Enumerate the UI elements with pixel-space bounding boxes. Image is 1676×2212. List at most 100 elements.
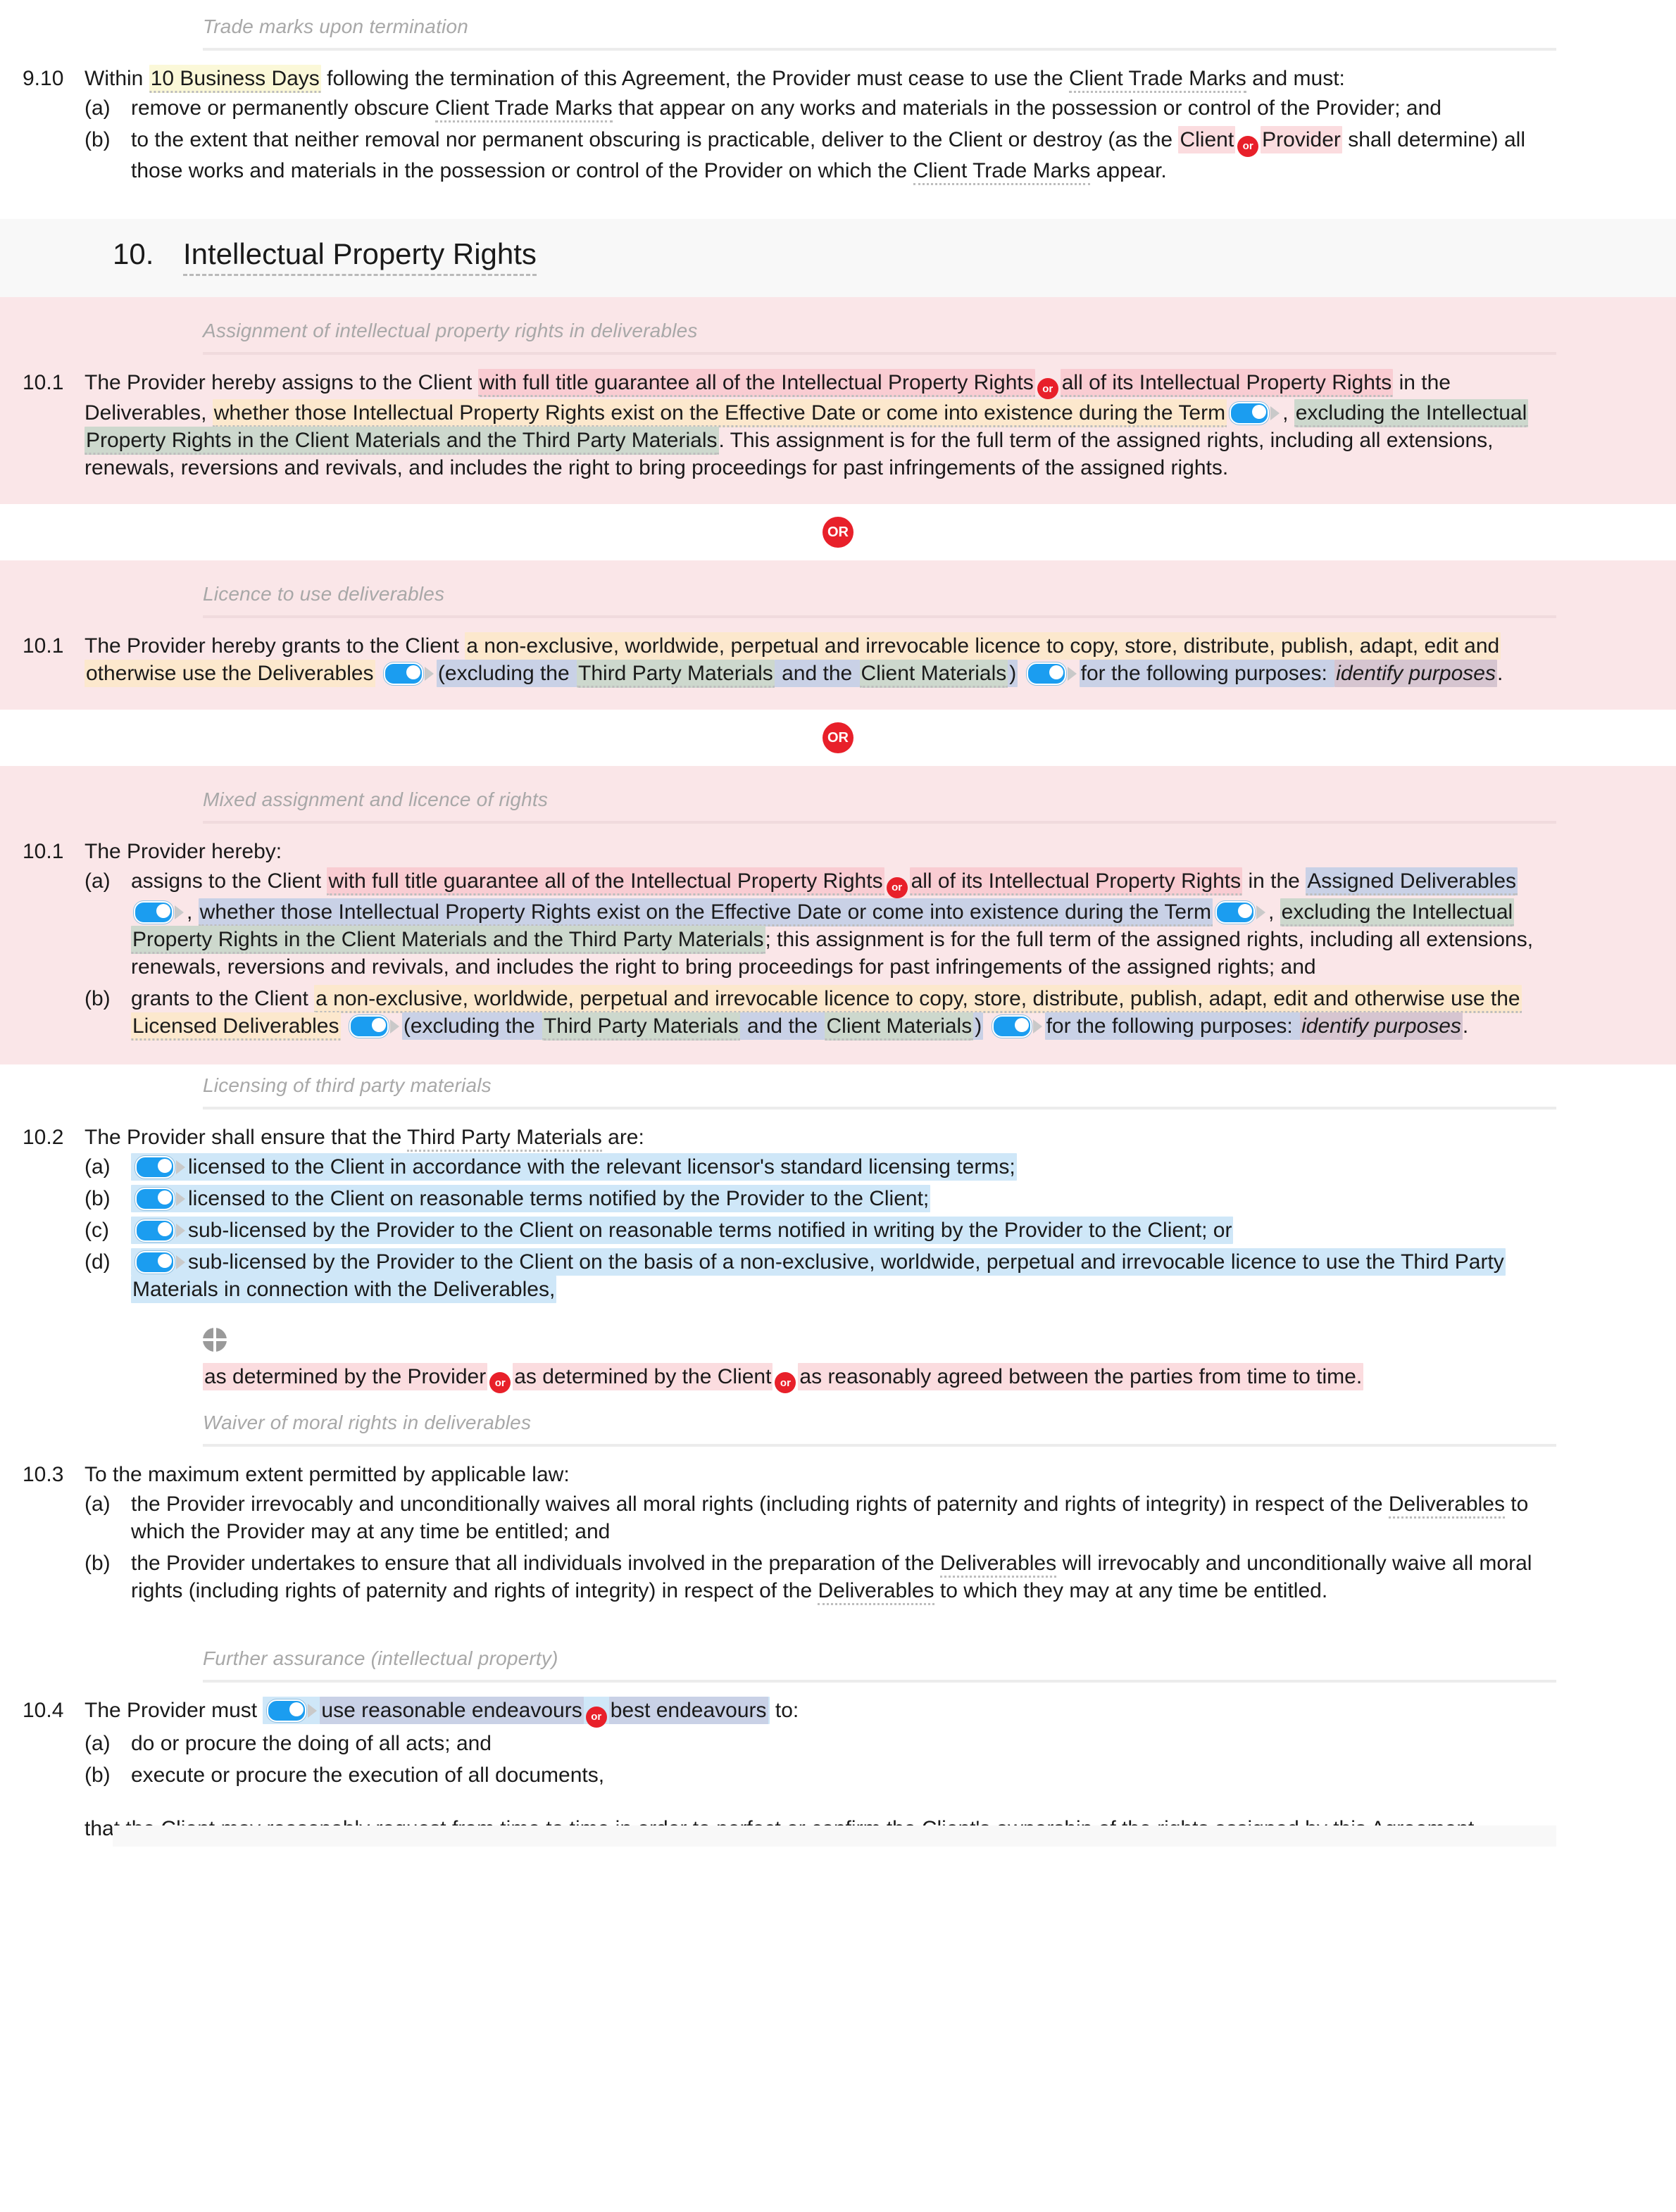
or-divider-2[interactable]: OR xyxy=(0,710,1676,766)
option-existence-clause[interactable]: whether those Intellectual Property Righ… xyxy=(198,898,1213,926)
text-run: assigns to the Client xyxy=(131,869,327,893)
option-text[interactable]: licensed to the Client on reasonable ter… xyxy=(188,1187,929,1210)
toggle-track[interactable] xyxy=(135,1155,175,1179)
clause-body: The Provider hereby grants to the Client… xyxy=(85,632,1676,688)
toggle-knob xyxy=(1237,903,1252,918)
toggle-switch-excluding[interactable] xyxy=(383,662,434,685)
option-purposes-wrap[interactable]: for the following purposes: xyxy=(1079,660,1335,687)
subheading-licence: Licence to use deliverables xyxy=(0,573,1676,618)
option-reasonable-endeavours[interactable]: use reasonable endeavours xyxy=(320,1697,584,1724)
defined-term-deliverables: Deliverables xyxy=(818,1579,934,1605)
subheading-label: Licence to use deliverables xyxy=(203,583,445,605)
or-badge-icon[interactable]: or xyxy=(585,1706,607,1728)
defined-term-third-party-materials[interactable]: Third Party Materials xyxy=(542,1012,740,1041)
option-text[interactable]: sub-licensed by the Provider to the Clie… xyxy=(132,1250,1504,1301)
option-existence-clause[interactable]: whether those Intellectual Property Righ… xyxy=(212,399,1227,427)
list-item-text: the Provider undertakes to ensure that a… xyxy=(131,1550,1556,1605)
toggle-track[interactable] xyxy=(1230,402,1270,425)
toggle-track[interactable] xyxy=(134,900,173,924)
move-handle-icon[interactable] xyxy=(203,1327,227,1352)
option-determined-by-client[interactable]: as determined by the Client xyxy=(513,1362,773,1390)
toggle-switch-existence[interactable] xyxy=(1230,402,1280,425)
toggle-track[interactable] xyxy=(383,662,423,685)
toggle-track[interactable] xyxy=(1026,662,1066,685)
or-badge-icon[interactable]: or xyxy=(1237,135,1259,157)
list-item-label: (b) xyxy=(85,1763,111,1787)
variable-identify-purposes[interactable]: identify purposes xyxy=(1334,660,1497,687)
or-badge-icon[interactable]: or xyxy=(886,876,908,898)
list-item-text: licensed to the Client on reasonable ter… xyxy=(131,1184,1556,1212)
or-divider-1[interactable]: OR xyxy=(0,504,1676,560)
toggle-switch-endeavours[interactable] xyxy=(267,1699,318,1722)
toggle-track[interactable] xyxy=(267,1699,307,1722)
option-reasonably-agreed[interactable]: as reasonably agreed between the parties… xyxy=(798,1362,1364,1390)
subheading-label: Assignment of intellectual property righ… xyxy=(203,319,698,341)
option-all-of-its-ipr[interactable]: all of its Intellectual Property Rights xyxy=(909,867,1243,896)
toggle-switch-assigned-deliverables[interactable] xyxy=(134,900,184,924)
defined-term-client-materials[interactable]: Client Materials xyxy=(859,660,1008,688)
toggle-track[interactable] xyxy=(349,1014,389,1038)
option-row[interactable]: sub-licensed by the Provider to the Clie… xyxy=(131,1248,1506,1303)
option-excluding-wrap[interactable]: (excluding the xyxy=(436,660,577,687)
toggle-knob xyxy=(158,1253,172,1268)
clause-10-4-sublist: (a) do or procure the doing of all acts;… xyxy=(85,1728,1556,1791)
option-row[interactable]: licensed to the Client on reasonable ter… xyxy=(131,1184,931,1212)
subheading-assignment: Assignment of intellectual property righ… xyxy=(0,310,1676,355)
or-badge-icon[interactable]: or xyxy=(1037,378,1058,399)
text-run[interactable]: ) xyxy=(973,1012,984,1040)
option-text[interactable]: sub-licensed by the Provider to the Clie… xyxy=(188,1219,1232,1242)
endeavours-option-group[interactable]: use reasonable endeavours or best endeavou… xyxy=(263,1697,770,1728)
toggle-switch-purposes[interactable] xyxy=(992,1014,1042,1038)
option-best-endeavours[interactable]: best endeavours xyxy=(608,1697,768,1724)
toggle-track[interactable] xyxy=(135,1219,175,1242)
or-badge-icon[interactable]: OR xyxy=(823,722,853,753)
toggle-switch-excluding[interactable] xyxy=(349,1014,399,1038)
toggle-track[interactable] xyxy=(992,1014,1032,1038)
option-determined-by-provider[interactable]: as determined by the Provider xyxy=(203,1362,488,1390)
toggle-switch-option-d[interactable] xyxy=(135,1250,185,1274)
toggle-switch-option-c[interactable] xyxy=(135,1219,185,1242)
list-item-label: (b) xyxy=(85,986,111,1010)
or-badge-icon[interactable]: OR xyxy=(823,517,853,548)
or-badge-icon[interactable]: or xyxy=(775,1372,796,1393)
variable-business-days[interactable]: 10 Business Days xyxy=(149,65,321,93)
optional-block-licence[interactable]: Licence to use deliverables 10.1 The Pro… xyxy=(0,560,1676,710)
clause-number: 10.1 xyxy=(23,840,64,863)
list-item: (d) sub-licensed by the Provider to the … xyxy=(85,1246,1556,1305)
variable-identify-purposes[interactable]: identify purposes xyxy=(1300,1012,1463,1040)
text-run[interactable]: ) xyxy=(1008,660,1018,687)
option-provider[interactable]: Provider xyxy=(1261,126,1342,153)
toggle-switch-purposes[interactable] xyxy=(1026,662,1077,685)
toggle-track[interactable] xyxy=(135,1187,175,1210)
option-all-of-its-ipr[interactable]: all of its Intellectual Property Rights xyxy=(1060,368,1394,397)
option-purposes-wrap[interactable]: for the following purposes: xyxy=(1044,1012,1301,1040)
option-excluding-wrap[interactable]: (excluding the xyxy=(401,1012,542,1040)
defined-term-third-party-materials[interactable]: Third Party Materials xyxy=(577,660,775,688)
toggle-switch-option-b[interactable] xyxy=(135,1187,185,1210)
option-full-title-guarantee[interactable]: with full title guarantee all of the Int… xyxy=(477,368,1035,397)
list-item-text: licensed to the Client in accordance wit… xyxy=(131,1152,1556,1181)
subheading-rule xyxy=(203,1106,1556,1110)
text-run[interactable]: and the xyxy=(739,1012,825,1040)
option-client[interactable]: Client xyxy=(1178,126,1236,153)
toggle-switch-option-a[interactable] xyxy=(135,1155,185,1179)
text-run: remove or permanently obscure xyxy=(131,96,435,120)
defined-term-client-materials[interactable]: Client Materials xyxy=(825,1012,974,1041)
text-run: to: xyxy=(769,1699,799,1722)
subheading-rule xyxy=(203,48,1556,51)
subheading-label: Waiver of moral rights in deliverables xyxy=(203,1412,532,1433)
section-number: 10. xyxy=(113,237,154,270)
or-badge-icon[interactable]: or xyxy=(489,1372,511,1393)
option-row[interactable]: sub-licensed by the Provider to the Clie… xyxy=(131,1216,1234,1244)
option-row[interactable]: licensed to the Client in accordance wit… xyxy=(131,1152,1017,1181)
option-text[interactable]: licensed to the Client in accordance wit… xyxy=(188,1155,1015,1179)
text-run: The Provider hereby assigns to the Clien… xyxy=(85,370,478,394)
toggle-track[interactable] xyxy=(135,1250,175,1274)
toggle-track[interactable] xyxy=(1215,900,1255,924)
text-run[interactable]: and the xyxy=(774,660,860,687)
option-full-title-guarantee[interactable]: with full title guarantee all of the Int… xyxy=(327,867,884,896)
optional-block-assignment[interactable]: Assignment of intellectual property righ… xyxy=(0,296,1676,504)
defined-term-assigned-deliverables[interactable]: Assigned Deliverables xyxy=(1306,867,1518,896)
toggle-switch-existence[interactable] xyxy=(1215,900,1265,924)
optional-block-mixed[interactable]: Mixed assignment and licence of rights 1… xyxy=(0,766,1676,1064)
